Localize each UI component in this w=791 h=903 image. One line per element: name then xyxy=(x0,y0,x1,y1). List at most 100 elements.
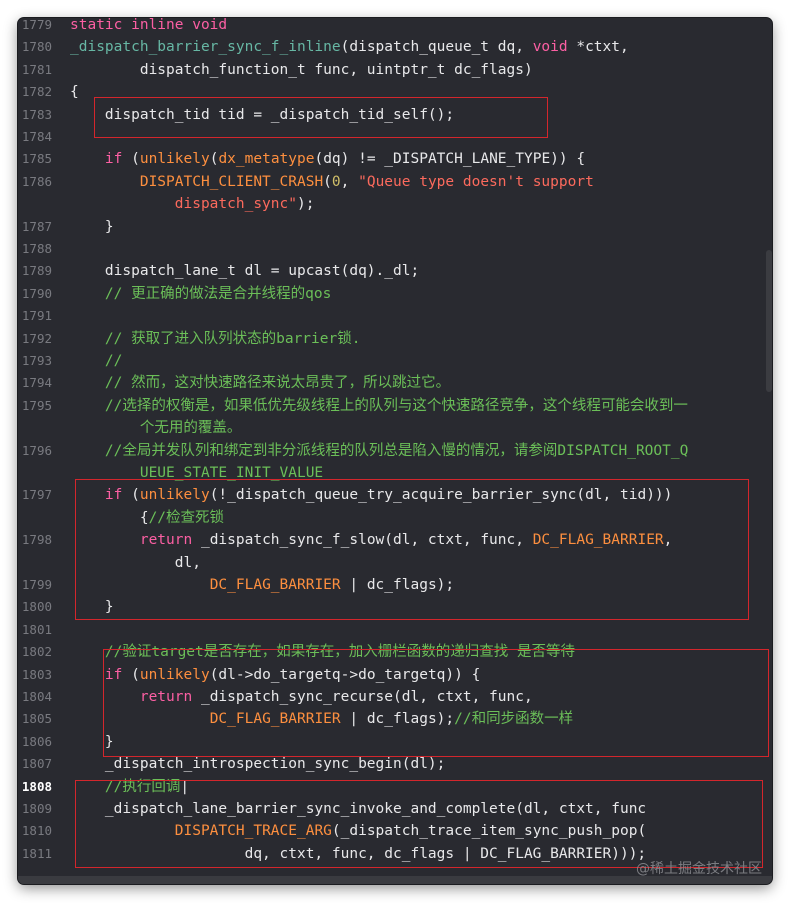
line-code: { xyxy=(70,81,79,103)
code-token: // 然而，这对快速路径来说太昂贵了，所以跳过它。 xyxy=(70,375,451,392)
line-number: 1783 xyxy=(21,106,52,122)
code-token: _dispatch_barrier_sync_f_inline xyxy=(70,39,341,56)
code-line[interactable]: 1793 // xyxy=(18,350,772,372)
code-line[interactable]: 1785 if (unlikely(dx_metatype(dq) != _DI… xyxy=(18,148,772,170)
code-token: // 更正确的做法是合并线程的qos xyxy=(70,285,332,302)
line-number: 1807 xyxy=(21,756,52,772)
code-token: static inline void xyxy=(70,18,228,33)
line-number: 1805 xyxy=(21,711,52,727)
code-line[interactable]: 1789 dispatch_lane_t dl = upcast(dq)._dl… xyxy=(18,260,772,282)
code-token: if xyxy=(104,151,123,168)
code-token: ( xyxy=(122,151,140,168)
code-token: void xyxy=(532,39,568,56)
code-line[interactable]: 1781 dispatch_function_t func, uintptr_t… xyxy=(18,59,772,81)
code-token: //全局并发队列和绑定到非分派线程的队列总是陷入慢的情况，请参阅DISPATCH… xyxy=(70,442,689,459)
line-number: 1803 xyxy=(21,666,52,682)
code-token: "Queue type doesn't support xyxy=(358,173,594,190)
code-editor[interactable]: 1779 static inline void 1780 _dispatch_barr… xyxy=(18,18,772,884)
code-line[interactable]: 1795 //选择的权衡是，如果低优先级线程上的队列与这个快速路径竞争，这个线程… xyxy=(18,395,772,417)
line-number: 1804 xyxy=(21,689,52,704)
line-number: 1786 xyxy=(21,173,52,189)
code-line[interactable]: 个无用的覆盖。 xyxy=(18,417,772,439)
line-number: 1795 xyxy=(21,397,52,413)
line-number: 1799 xyxy=(21,577,52,592)
code-token: dx_metatype xyxy=(218,151,315,168)
code-token: } xyxy=(70,218,114,235)
line-number: 1811 xyxy=(21,845,52,861)
code-line[interactable]: 1786 DISPATCH_CLIENT_CRASH(0, "Queue typ… xyxy=(18,171,772,193)
line-code: static inline void xyxy=(70,18,227,36)
code-line[interactable]: 1790 // 更正确的做法是合并线程的qos xyxy=(18,283,772,305)
line-number: 1782 xyxy=(21,84,52,100)
line-code: //全局并发队列和绑定到非分派线程的队列总是陷入慢的情况，请参阅DISPATCH… xyxy=(70,440,688,462)
line-number: 1780 xyxy=(21,39,52,55)
line-number: 1792 xyxy=(21,330,52,346)
line-number: 1798 xyxy=(21,532,52,548)
highlight-box-tid xyxy=(94,97,548,138)
line-number: 1797 xyxy=(21,487,52,503)
code-line[interactable]: 1787 } xyxy=(18,216,772,238)
code-line[interactable]: 1801 xyxy=(18,619,772,641)
line-number: 1779 xyxy=(21,18,52,32)
line-number: 1791 xyxy=(21,308,52,324)
line-number: 1781 xyxy=(21,61,52,77)
code-line[interactable]: dispatch_sync"); xyxy=(18,193,772,215)
code-token: (dispatch_queue_t dq, xyxy=(340,39,533,56)
line-code: //选择的权衡是，如果低优先级线程上的队列与这个快速路径竞争，这个线程可能会收到… xyxy=(70,395,688,417)
line-code: 个无用的覆盖。 xyxy=(70,417,242,439)
line-code: // 获取了进入队列状态的barrier锁. xyxy=(70,328,361,350)
code-line[interactable]: 1792 // 获取了进入队列状态的barrier锁. xyxy=(18,328,772,350)
line-number: 1802 xyxy=(21,644,52,660)
line-code: _dispatch_barrier_sync_f_inline(dispatch… xyxy=(70,36,629,58)
line-number: 1788 xyxy=(21,241,52,256)
code-token: dispatch_lane_t dl = upcast(dq)._dl; xyxy=(70,263,420,280)
code-line[interactable]: 1791 xyxy=(18,305,772,327)
line-number: 1810 xyxy=(21,823,52,839)
code-token: ); xyxy=(296,196,315,213)
code-token: //选择的权衡是，如果低优先级线程上的队列与这个快速路径竞争，这个线程可能会收到… xyxy=(70,397,688,414)
line-code: DISPATCH_CLIENT_CRASH(0, "Queue type doe… xyxy=(70,171,594,193)
line-number: 1794 xyxy=(21,375,52,391)
line-code: // 然而，这对快速路径来说太昂贵了，所以跳过它。 xyxy=(70,372,450,394)
line-number: 1787 xyxy=(21,218,52,234)
line-code: } xyxy=(70,216,114,238)
line-number: 1790 xyxy=(21,285,52,301)
code-token: unlikely xyxy=(139,151,210,168)
code-token: 0 xyxy=(331,173,341,190)
line-number: 1808 xyxy=(21,778,52,794)
code-token: DISPATCH_CLIENT_CRASH xyxy=(139,173,324,190)
line-number: 1793 xyxy=(21,353,52,368)
code-token: (dq) != _DISPATCH_LANE_TYPE)) { xyxy=(314,151,586,168)
code-token: { xyxy=(70,84,79,101)
vertical-scrollbar[interactable] xyxy=(766,250,772,392)
line-number: 1801 xyxy=(21,621,52,637)
line-code: if (unlikely(dx_metatype(dq) != _DISPATC… xyxy=(70,148,585,170)
line-number: 1800 xyxy=(21,599,52,615)
line-code: dispatch_lane_t dl = upcast(dq)._dl; xyxy=(70,260,419,282)
line-number: 1806 xyxy=(21,733,52,749)
code-token: _dispatch_introspection_sync_begin(dl); xyxy=(70,756,446,773)
highlight-box-target-recurse xyxy=(103,649,769,757)
line-code: dispatch_function_t func, uintptr_t dc_f… xyxy=(70,59,533,81)
line-code: // xyxy=(70,350,122,372)
code-line[interactable]: 1788 xyxy=(18,238,772,260)
code-token: dispatch_sync" xyxy=(70,196,297,213)
code-line[interactable]: 1796 //全局并发队列和绑定到非分派线程的队列总是陷入慢的情况，请参阅DIS… xyxy=(18,440,772,462)
line-number: 1784 xyxy=(21,129,52,144)
line-code: // 更正确的做法是合并线程的qos xyxy=(70,283,331,305)
code-token: ( xyxy=(323,173,332,190)
highlight-box-callback xyxy=(75,780,763,868)
code-token: *ctxt, xyxy=(567,39,629,56)
highlight-box-deadlock-check xyxy=(75,479,749,620)
watermark: @稀土掘金技术社区 xyxy=(636,861,762,877)
code-token: , xyxy=(340,173,359,190)
code-line[interactable]: 1780 _dispatch_barrier_sync_f_inline(disp… xyxy=(18,36,772,58)
code-token: // xyxy=(70,353,123,369)
code-line[interactable]: 1794 // 然而，这对快速路径来说太昂贵了，所以跳过它。 xyxy=(18,372,772,394)
code-line[interactable]: 1779 static inline void xyxy=(18,18,772,36)
line-number: 1796 xyxy=(21,442,52,458)
line-number: 1789 xyxy=(21,263,52,279)
code-token: 个无用的覆盖。 xyxy=(70,420,242,437)
